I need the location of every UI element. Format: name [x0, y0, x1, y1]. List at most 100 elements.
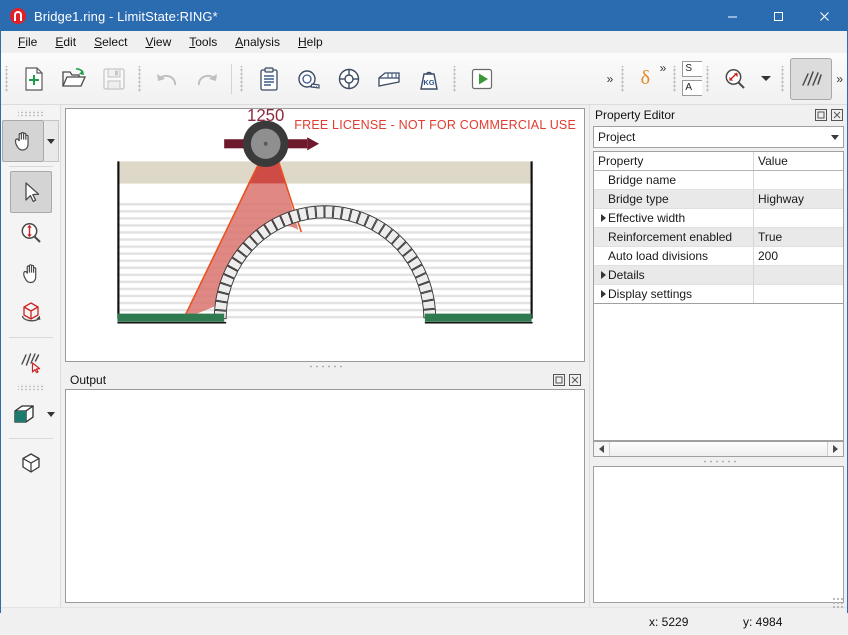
toolbar-overflow-chevron-1[interactable]: » — [603, 72, 618, 86]
arch-voussoir[interactable] — [306, 205, 317, 220]
orbit-3d-tool[interactable] — [11, 293, 51, 333]
table-row[interactable]: Details — [594, 266, 843, 285]
toolbar-grip[interactable] — [4, 65, 11, 92]
undo-button[interactable] — [147, 59, 187, 99]
run-analysis-button[interactable] — [462, 59, 502, 99]
expand-arrow-icon[interactable] — [598, 214, 608, 222]
output-text-area[interactable] — [65, 389, 585, 603]
open-file-button[interactable] — [54, 59, 94, 99]
clipped-combo-group[interactable]: S A — [682, 59, 703, 99]
wireframe-view-tool[interactable] — [11, 443, 51, 483]
menu-select[interactable]: Select — [85, 33, 136, 51]
property-grid-hscrollbar[interactable] — [593, 440, 844, 457]
open-folder-icon — [61, 67, 87, 87]
palette-grip[interactable] — [17, 110, 44, 117]
menu-file[interactable]: File — [9, 33, 46, 51]
maximize-button[interactable] — [755, 1, 801, 31]
supports-button[interactable] — [329, 59, 369, 99]
scroll-track[interactable] — [609, 441, 828, 456]
property-close-button[interactable] — [830, 108, 844, 122]
backfill-button[interactable] — [369, 59, 409, 99]
open-hand-icon — [22, 264, 36, 284]
minimize-button[interactable] — [709, 1, 755, 31]
value-cell[interactable]: Highway — [754, 190, 843, 208]
zoom-tool[interactable] — [11, 213, 51, 253]
value-cell[interactable]: True — [754, 228, 843, 246]
toolbar-grip-2[interactable] — [137, 65, 144, 92]
table-row[interactable]: Bridge type Highway — [594, 190, 843, 209]
canvas-output-splitter[interactable] — [61, 362, 589, 370]
toolbar-grip-8[interactable] — [780, 65, 788, 92]
value-cell[interactable] — [754, 266, 843, 284]
drawing-canvas[interactable]: FREE LICENSE - NOT FOR COMMERCIAL USE 12… — [65, 108, 585, 362]
window-controls — [709, 1, 847, 31]
property-label: Reinforcement enabled — [608, 230, 733, 244]
property-editor-header: Property Editor — [590, 105, 847, 125]
foundation-left — [117, 313, 225, 322]
toolbar-overflow-chevron-2[interactable]: » — [656, 61, 671, 75]
solid-view-dropdown[interactable] — [44, 394, 58, 434]
table-row[interactable]: Auto load divisions 200 — [594, 247, 843, 266]
output-close-button[interactable] — [568, 373, 582, 387]
zoom-fit-button[interactable] — [715, 59, 755, 99]
save-file-button[interactable] — [94, 59, 134, 99]
menu-analysis[interactable]: Analysis — [226, 33, 289, 51]
arch-voussoir[interactable] — [422, 299, 436, 310]
clipped-combo-2[interactable]: A — [682, 80, 703, 96]
zoom-dropdown-caret[interactable] — [761, 76, 772, 81]
measure-button[interactable] — [289, 59, 329, 99]
value-cell[interactable] — [754, 209, 843, 227]
palette-grip-2[interactable] — [17, 384, 44, 391]
close-button[interactable] — [801, 1, 847, 31]
table-row[interactable]: Reinforcement enabled True — [594, 228, 843, 247]
application-window: Bridge1.ring - LimitState:RING* File Edi… — [0, 0, 848, 635]
status-bar: x: 5229 y: 4984 — [1, 597, 847, 635]
property-description-splitter[interactable] — [590, 457, 847, 466]
property-cell: Display settings — [594, 285, 754, 303]
arch-voussoir[interactable] — [214, 300, 228, 311]
arch-voussoir[interactable] — [332, 205, 343, 220]
hatch-toggle-button[interactable] — [790, 57, 833, 100]
toolbar-grip-4[interactable] — [452, 65, 459, 92]
scroll-left-icon[interactable] — [594, 442, 609, 456]
redo-button[interactable] — [187, 59, 227, 99]
hatch-select-tool[interactable] — [11, 342, 51, 382]
expand-arrow-icon[interactable] — [598, 271, 608, 279]
toolbar-grip-5[interactable] — [620, 65, 628, 92]
property-float-button[interactable] — [814, 108, 828, 122]
scroll-right-icon[interactable] — [828, 442, 843, 456]
delta-settings-button[interactable]: δ » — [630, 59, 667, 99]
loads-button[interactable]: KG — [409, 59, 449, 99]
hand-pan-tool[interactable] — [11, 253, 51, 293]
value-cell[interactable] — [754, 285, 843, 303]
menu-edit[interactable]: Edit — [46, 33, 85, 51]
table-row[interactable]: Display settings — [594, 285, 843, 303]
menu-view[interactable]: View — [136, 33, 180, 51]
toolbar-overflow-chevron-3[interactable]: » — [832, 72, 847, 86]
select-tool[interactable] — [9, 171, 52, 213]
toolbar-grip-6[interactable] — [672, 65, 680, 92]
new-file-button[interactable] — [14, 59, 54, 99]
table-row[interactable]: Bridge name — [594, 171, 843, 190]
menu-tools[interactable]: Tools — [180, 33, 226, 51]
pan-grab-dropdown[interactable] — [44, 120, 59, 162]
project-properties-button[interactable] — [249, 59, 289, 99]
menu-help[interactable]: Help — [289, 33, 332, 51]
property-scope-select[interactable]: Project — [593, 126, 844, 148]
table-row[interactable]: Effective width — [594, 209, 843, 228]
solid-view-tool[interactable] — [4, 394, 44, 434]
value-cell[interactable] — [754, 171, 843, 189]
clipped-combo-1[interactable]: S — [682, 61, 703, 77]
resize-grip[interactable] — [832, 597, 844, 609]
value-cell[interactable]: 200 — [754, 247, 843, 265]
expand-arrow-icon[interactable] — [598, 290, 608, 298]
toolbar-grip-7[interactable] — [705, 65, 713, 92]
arch-voussoir[interactable] — [315, 205, 325, 219]
delta-icon: δ — [640, 67, 651, 89]
arch-voussoir[interactable] — [324, 205, 334, 219]
pan-grab-tool[interactable] — [2, 120, 44, 162]
redo-arrow-icon — [197, 73, 217, 85]
center-column: FREE LICENSE - NOT FOR COMMERCIAL USE 12… — [61, 105, 589, 607]
toolbar-grip-3[interactable] — [239, 65, 246, 92]
output-float-button[interactable] — [552, 373, 566, 387]
